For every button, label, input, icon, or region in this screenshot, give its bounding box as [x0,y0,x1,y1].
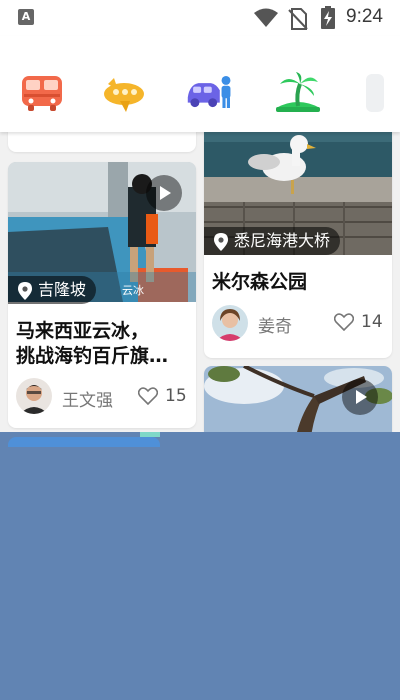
category-bar [0,36,400,132]
video-watermark: 云冰 [122,284,144,297]
category-bus[interactable] [18,70,66,114]
palm-island-icon [276,72,320,112]
category-island[interactable] [274,70,322,114]
author-name[interactable]: 姜奇 [258,312,292,337]
like-heart-icon[interactable] [138,387,158,405]
car-person-icon [187,76,231,108]
video-play-icon[interactable] [342,379,378,415]
location-pin-icon [18,281,32,300]
battery-charging-icon [321,6,335,29]
feed-card-right[interactable]: 悉尼海港大桥 米尔森公园 姜奇 14 [204,132,392,358]
notification-a-icon: A [18,9,34,25]
feed-card-right-bottom[interactable] [204,366,392,432]
bus-icon [22,76,62,111]
card-title-line-1: 马来西亚云冰， [16,320,150,342]
video-play-icon[interactable] [146,175,182,211]
location-pin-icon [214,232,228,251]
location-tag[interactable]: 悉尼海港大桥 [204,227,341,255]
like-heart-icon[interactable] [334,313,354,331]
category-more[interactable] [366,74,384,112]
location-label: 吉隆坡 [38,280,87,299]
plane-icon [104,78,144,112]
feed-grid: 吉隆坡 云冰 马来西亚云冰， 挑战海钓百斤旗… 王文强 15 悉尼海港大桥 米尔… [0,132,400,432]
author-avatar[interactable] [16,378,52,414]
author-avatar[interactable] [212,305,248,341]
feed-card-left[interactable]: 吉隆坡 云冰 马来西亚云冰， 挑战海钓百斤旗… 王文强 15 [8,162,196,428]
feed-card-peek [8,437,160,447]
avatar [16,132,48,134]
card-title: 米尔森公园 [212,271,308,293]
like-count: 14 [361,312,383,332]
clock: 9:24 [346,6,383,27]
location-label: 悉尼海港大桥 [234,231,331,250]
feed-card-left-top[interactable] [8,132,196,152]
category-flight[interactable] [100,70,148,114]
no-sim-icon [288,8,308,30]
wifi-icon [254,8,278,27]
card-title-line-2: 挑战海钓百斤旗… [16,345,169,367]
status-bar: A 9:24 [0,0,400,36]
card-title: 马来西亚云冰， 挑战海钓百斤旗… [16,319,192,369]
author-name[interactable]: 王文强 [62,386,113,411]
location-tag[interactable]: 吉隆坡 [8,276,97,304]
blank-region [0,432,400,700]
feed-card-peek-accent [140,432,160,437]
like-count: 15 [165,386,187,406]
category-self-drive[interactable] [186,70,234,114]
